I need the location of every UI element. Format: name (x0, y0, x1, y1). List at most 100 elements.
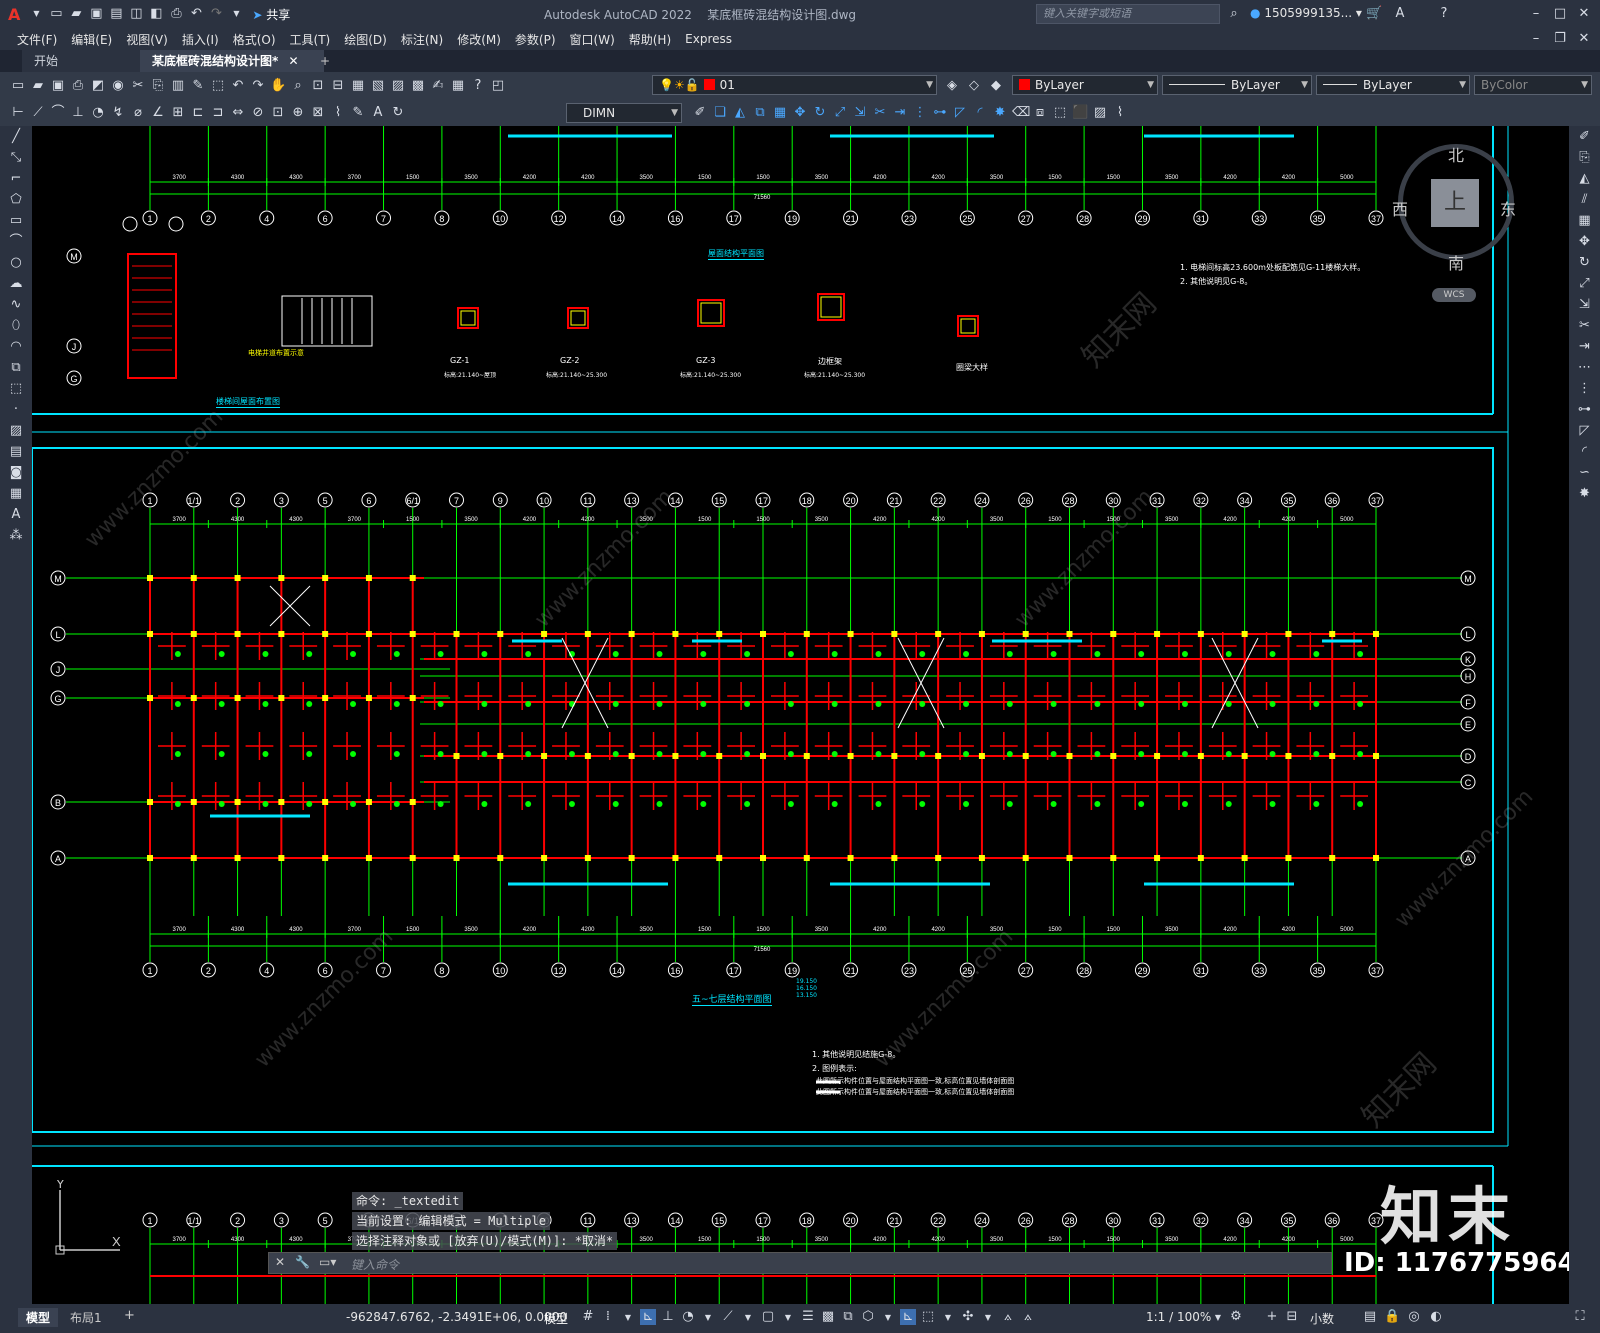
markup-icon[interactable]: ✍ (430, 78, 446, 94)
annotation-visibility-icon[interactable]: ⟑ (1000, 1309, 1016, 1325)
menu-express[interactable]: Express (685, 32, 732, 46)
polar-icon[interactable]: ◔ (680, 1309, 696, 1325)
calculator-icon[interactable]: ▦ (450, 78, 466, 94)
isolate-objects-icon[interactable]: ◎ (1406, 1309, 1422, 1325)
break-icon[interactable]: ⊘ (250, 105, 266, 121)
lock-ui-icon[interactable]: 🔒 (1384, 1309, 1400, 1325)
zoom-window-icon[interactable]: ⊡ (310, 78, 326, 94)
infer-icon[interactable]: ⊾ (640, 1309, 656, 1325)
layer-state-icon[interactable]: ◆ (988, 78, 1004, 94)
chamfer-icon[interactable]: ◸ (1575, 421, 1595, 441)
selection-cycling-icon[interactable]: ⧉ (840, 1309, 856, 1325)
dim-update-icon[interactable]: ↻ (390, 105, 406, 121)
search-box[interactable]: 键入关键字或短语 (1036, 4, 1220, 24)
wcs-menu[interactable]: WCS (1432, 288, 1476, 302)
close-command-icon[interactable]: ✕ (275, 1255, 285, 1269)
drawing-canvas[interactable]: 3700 4300 4300 3700 1500 3500 4200 4200 3500 1500… (32, 126, 1569, 1304)
customize-icon[interactable]: 🔧 (295, 1255, 310, 1269)
extend-icon[interactable]: ⇥ (892, 105, 908, 121)
dim-edit-icon[interactable]: ✎ (350, 105, 366, 121)
spline-icon[interactable]: ∿ (6, 295, 26, 315)
hardware-accel-icon[interactable]: ◐ (1428, 1309, 1444, 1325)
doc-restore-icon[interactable]: ❐ (1552, 31, 1568, 47)
grid-icon[interactable]: # (580, 1309, 596, 1325)
close-icon[interactable]: ✕ (1576, 6, 1592, 22)
user-account[interactable]: ● 1505999135... ▾ (1250, 6, 1362, 20)
jogged-icon[interactable]: ↯ (110, 105, 126, 121)
compass-east[interactable]: 东 (1500, 196, 1516, 220)
preview-icon[interactable]: ◩ (90, 78, 106, 94)
mirror-icon[interactable]: ◭ (1575, 169, 1595, 189)
tab-add[interactable]: + (308, 50, 342, 72)
osnap-icon[interactable]: ▢ (760, 1309, 776, 1325)
layer-dropdown[interactable]: 💡☀🔓 01 ▼ (652, 75, 937, 95)
sheet-set-icon[interactable]: ▩ (410, 78, 426, 94)
command-input[interactable]: 键入命令 (351, 1256, 399, 1273)
trim-icon[interactable]: ✂ (1575, 316, 1595, 336)
chevron-down-icon[interactable]: ▼ (980, 1310, 996, 1326)
center-mark-icon[interactable]: ⊕ (290, 105, 306, 121)
trim-icon[interactable]: ✂ (872, 105, 888, 121)
hatch-icon[interactable]: ▨ (6, 421, 26, 441)
layer-previous-icon[interactable]: ◇ (966, 78, 982, 94)
units-readout[interactable]: 小数 (1310, 1310, 1334, 1327)
space-icon[interactable]: ⇔ (230, 105, 246, 121)
line-icon[interactable]: ╱ (6, 127, 26, 147)
array-icon[interactable]: ▦ (1575, 211, 1595, 231)
menu-draw[interactable]: 绘图(D) (344, 31, 387, 48)
fillet-icon[interactable]: ◜ (972, 105, 988, 121)
polyline-icon[interactable]: ⌐ (6, 169, 26, 189)
scale-icon[interactable]: ⤢ (832, 105, 848, 121)
hatch-edit-icon[interactable]: ▨ (1092, 105, 1108, 121)
annotation-monitor-icon[interactable]: + (1264, 1309, 1280, 1325)
ortho-icon[interactable]: ⊥ (660, 1309, 676, 1325)
offset-icon[interactable]: ⧉ (752, 105, 768, 121)
chevron-down-icon[interactable]: ▼ (28, 6, 44, 22)
chevron-down-icon[interactable]: ▼ (1210, 1310, 1226, 1326)
search-icon[interactable]: ⌕ (1226, 6, 1242, 22)
plotstyle-dropdown[interactable]: ByColor ▼ (1474, 75, 1592, 95)
pan-icon[interactable]: ✋ (270, 78, 286, 94)
rectangle-icon[interactable]: ▭ (6, 211, 26, 231)
compass-north[interactable]: 北 (1448, 142, 1464, 166)
print-icon[interactable]: ⎙ (168, 6, 184, 22)
polygon-icon[interactable]: ⬠ (6, 190, 26, 210)
layer-properties-icon[interactable]: ◰ (490, 78, 506, 94)
ellipse-arc-icon[interactable]: ◠ (6, 337, 26, 357)
export-icon[interactable]: ◧ (148, 6, 164, 22)
tab-layout1[interactable]: 布局1 (70, 1309, 102, 1326)
lineweight-dropdown[interactable]: ByLayer ▼ (1316, 75, 1470, 95)
group-icon[interactable]: ⬚ (1052, 105, 1068, 121)
array-icon[interactable]: ▦ (772, 105, 788, 121)
coordinates-readout[interactable]: -962847.6762, -2.3491E+06, 0.0000 (346, 1310, 567, 1324)
chevron-down-icon[interactable]: ▼ (780, 1310, 796, 1326)
fillet-icon[interactable]: ◜ (1575, 442, 1595, 462)
design-center-icon[interactable]: ▧ (370, 78, 386, 94)
extend-icon[interactable]: ⇥ (1575, 337, 1595, 357)
auto-scale-icon[interactable]: ⟑ (1020, 1309, 1036, 1325)
help-icon[interactable]: ? (470, 78, 486, 94)
save-as-icon[interactable]: ▤ (108, 6, 124, 22)
undo-icon[interactable]: ↶ (188, 6, 204, 22)
annotation-scale[interactable]: 1:1 / 100% (1146, 1310, 1211, 1324)
table-icon[interactable]: ▦ (6, 484, 26, 504)
region-icon[interactable]: ◙ (6, 463, 26, 483)
mirror-icon[interactable]: ◭ (732, 105, 748, 121)
doc-minimize-icon[interactable]: – (1528, 31, 1544, 47)
tool-palettes-icon[interactable]: ▨ (390, 78, 406, 94)
compass-west[interactable]: 西 (1392, 196, 1408, 220)
explode-icon[interactable]: ✸ (1575, 484, 1595, 504)
clean-screen-icon[interactable]: ⛶ (1572, 1309, 1588, 1325)
menu-view[interactable]: 视图(V) (126, 31, 168, 48)
arc-icon[interactable]: ⌒ (6, 232, 26, 252)
dim-style-manager-icon[interactable]: ✐ (692, 105, 708, 121)
tab-start[interactable]: 开始 (22, 50, 156, 72)
copy-icon[interactable]: ⎘ (1575, 148, 1595, 168)
inspect-icon[interactable]: ⊠ (310, 105, 326, 121)
tab-close-icon[interactable]: ✕ (288, 54, 298, 68)
menu-tools[interactable]: 工具(T) (290, 31, 331, 48)
match-properties-icon[interactable]: ✎ (190, 78, 206, 94)
dim-text-edit-icon[interactable]: A (370, 105, 386, 121)
compass-south[interactable]: 南 (1448, 250, 1464, 274)
add-layout-button[interactable]: + (124, 1308, 135, 1323)
